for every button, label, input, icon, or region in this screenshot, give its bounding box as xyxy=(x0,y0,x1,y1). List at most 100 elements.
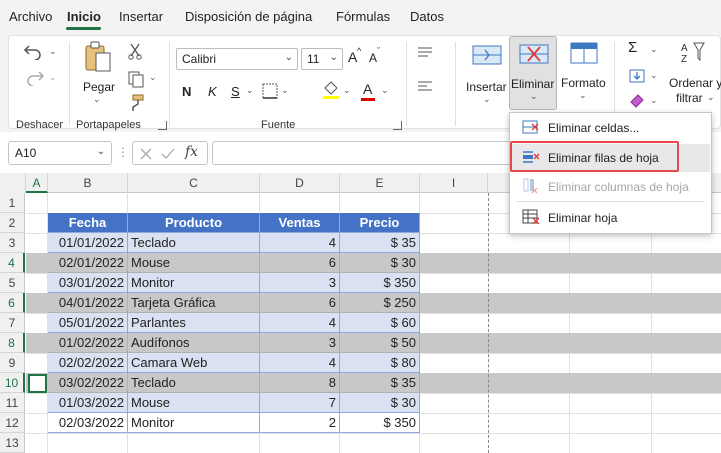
paste-dropdown-icon[interactable]: ⌄ xyxy=(93,94,101,105)
underline-button[interactable]: S xyxy=(231,84,240,99)
sort-filter-dropdown-icon[interactable]: ⌄ xyxy=(707,92,715,103)
formula-input[interactable] xyxy=(212,141,512,165)
select-all-corner[interactable] xyxy=(0,173,26,193)
row-header-9[interactable]: 9 xyxy=(0,353,25,373)
table-cell[interactable]: $ 50 xyxy=(340,333,420,353)
redo-icon[interactable] xyxy=(23,68,45,86)
row-header-13[interactable]: 13 xyxy=(0,433,25,453)
table-cell[interactable]: Tarjeta Gráfica xyxy=(128,293,260,313)
align-left-icon[interactable] xyxy=(416,80,434,94)
borders-dropdown-icon[interactable]: ⌄ xyxy=(281,85,289,96)
insert-function-icon[interactable]: fx xyxy=(185,144,198,160)
clipboard-launcher-icon[interactable] xyxy=(158,121,167,130)
active-cell-a10[interactable] xyxy=(28,374,47,393)
table-cell[interactable]: 05/01/2022 xyxy=(48,313,128,333)
table-cell[interactable]: $ 80 xyxy=(340,353,420,373)
column-header-i[interactable]: I xyxy=(420,173,488,193)
table-cell[interactable]: 6 xyxy=(260,253,340,273)
format-painter-icon[interactable] xyxy=(127,94,145,112)
insert-dropdown-icon[interactable]: ⌄ xyxy=(483,94,491,105)
table-cell[interactable]: Mouse xyxy=(128,393,260,413)
row-header-4[interactable]: 4 xyxy=(0,253,25,273)
cancel-icon[interactable] xyxy=(139,147,153,161)
font-size-select[interactable]: 11 ⌄ xyxy=(301,48,343,70)
table-cell[interactable]: $ 350 xyxy=(340,413,420,433)
table-cell[interactable]: Camara Web xyxy=(128,353,260,373)
table-cell[interactable]: 02/03/2022 xyxy=(48,413,128,433)
sort-filter-icon[interactable]: A Z xyxy=(680,40,708,64)
format-cells-area[interactable] xyxy=(569,39,599,70)
cut-icon[interactable] xyxy=(127,42,143,60)
row-header-2[interactable]: 2 xyxy=(0,213,25,233)
table-cell[interactable]: 4 xyxy=(260,353,340,373)
font-color-button[interactable]: A xyxy=(363,81,372,97)
table-cell[interactable]: 01/02/2022 xyxy=(48,333,128,353)
clear-icon[interactable] xyxy=(628,92,646,108)
undo-icon[interactable] xyxy=(23,42,45,60)
format-dropdown-icon[interactable]: ⌄ xyxy=(579,90,587,101)
insert-button[interactable]: Insertar xyxy=(466,80,507,94)
table-header-producto[interactable]: Producto xyxy=(128,213,260,233)
sort-filter-button[interactable]: Ordenar y xyxy=(669,76,721,90)
row-header-12[interactable]: 12 xyxy=(0,413,25,433)
table-cell[interactable]: Teclado xyxy=(128,233,260,253)
autosum-icon[interactable]: Σ xyxy=(628,39,637,56)
format-button[interactable]: Formato xyxy=(561,76,606,90)
paste-button[interactable]: Pegar xyxy=(83,80,115,94)
table-cell[interactable]: Monitor xyxy=(128,413,260,433)
table-cell[interactable]: 6 xyxy=(260,293,340,313)
table-cell[interactable]: $ 350 xyxy=(340,273,420,293)
fill-color-icon[interactable] xyxy=(321,80,341,100)
table-cell[interactable]: $ 30 xyxy=(340,253,420,273)
table-cell[interactable]: 04/01/2022 xyxy=(48,293,128,313)
tab-archivo[interactable]: Archivo xyxy=(9,9,52,24)
font-launcher-icon[interactable] xyxy=(393,121,402,130)
fill-color-dropdown-icon[interactable]: ⌄ xyxy=(343,85,351,96)
underline-dropdown-icon[interactable]: ⌄ xyxy=(246,85,254,96)
table-header-ventas[interactable]: Ventas xyxy=(260,213,340,233)
row-header-8[interactable]: 8 xyxy=(0,333,25,353)
fill-dropdown-icon[interactable]: ⌄ xyxy=(650,70,658,81)
row-header-6[interactable]: 6 xyxy=(0,293,25,313)
table-cell[interactable]: $ 60 xyxy=(340,313,420,333)
column-header-c[interactable]: C xyxy=(128,173,260,193)
table-cell[interactable]: 4 xyxy=(260,233,340,253)
table-cell[interactable]: 01/01/2022 xyxy=(48,233,128,253)
table-cell[interactable]: Mouse xyxy=(128,253,260,273)
table-cell[interactable]: $ 250 xyxy=(340,293,420,313)
italic-button[interactable]: K xyxy=(208,84,217,99)
delete-button[interactable]: Eliminar ⌄ xyxy=(509,36,557,110)
table-cell[interactable]: Teclado xyxy=(128,373,260,393)
table-cell[interactable]: 02/01/2022 xyxy=(48,253,128,273)
table-cell[interactable]: $ 35 xyxy=(340,373,420,393)
column-header-a[interactable]: A xyxy=(26,173,48,193)
table-cell[interactable]: 03/01/2022 xyxy=(48,273,128,293)
table-cell[interactable]: 03/02/2022 xyxy=(48,373,128,393)
table-cell[interactable]: 02/02/2022 xyxy=(48,353,128,373)
row-header-1[interactable]: 1 xyxy=(0,193,25,213)
confirm-icon[interactable] xyxy=(161,147,175,161)
clear-dropdown-icon[interactable]: ⌄ xyxy=(650,95,658,106)
table-cell[interactable]: Monitor xyxy=(128,273,260,293)
menu-item-delete-cells[interactable]: Eliminar celdas... xyxy=(510,114,711,142)
undo-dropdown-icon[interactable]: ⌄ xyxy=(49,46,57,57)
row-header-3[interactable]: 3 xyxy=(0,233,25,253)
row-header-7[interactable]: 7 xyxy=(0,313,25,333)
table-header-fecha[interactable]: Fecha xyxy=(48,213,128,233)
bold-button[interactable]: N xyxy=(182,84,191,99)
table-cell[interactable]: Parlantes xyxy=(128,313,260,333)
tab-formulas[interactable]: Fórmulas xyxy=(336,9,390,24)
font-name-select[interactable]: Calibri ⌄ xyxy=(176,48,298,70)
tab-inicio[interactable]: Inicio xyxy=(67,9,101,24)
align-top-icon[interactable] xyxy=(416,46,434,60)
row-header-5[interactable]: 5 xyxy=(0,273,25,293)
table-cell[interactable]: Audífonos xyxy=(128,333,260,353)
font-color-dropdown-icon[interactable]: ⌄ xyxy=(381,85,389,96)
table-cell[interactable]: 8 xyxy=(260,373,340,393)
copy-icon[interactable] xyxy=(127,70,145,88)
insert-cells-icon[interactable] xyxy=(471,42,503,70)
paste-icon[interactable] xyxy=(83,40,113,74)
table-cell[interactable]: 01/03/2022 xyxy=(48,393,128,413)
column-header-d[interactable]: D xyxy=(260,173,340,193)
menu-item-delete-sheet[interactable]: Eliminar hoja xyxy=(510,204,711,232)
